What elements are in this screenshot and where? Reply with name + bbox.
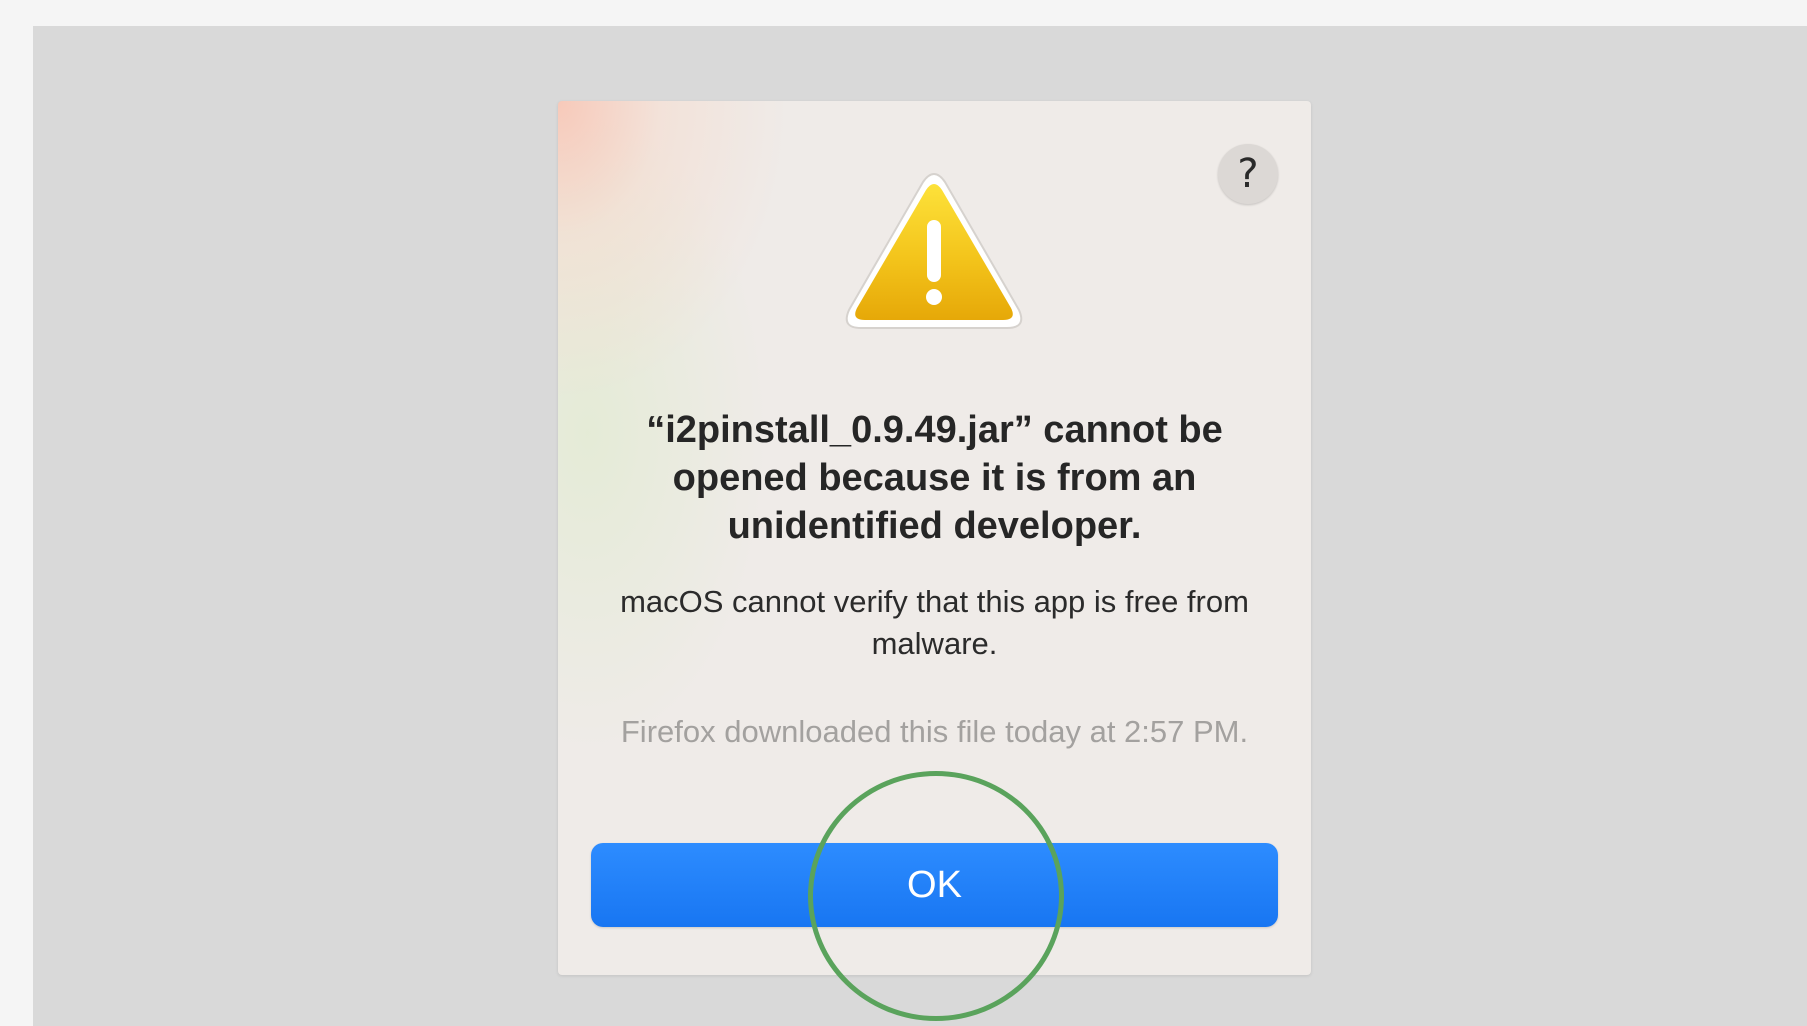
dialog-title: “i2pinstall_0.9.49.jar” cannot be opened… [646, 409, 1223, 547]
ok-button[interactable]: OK [591, 843, 1278, 927]
help-button[interactable]: ? [1218, 144, 1278, 204]
ok-button-label: OK [907, 863, 962, 906]
download-info-text: Firefox downloaded this file today at 2:… [620, 714, 1249, 749]
warning-triangle-icon [845, 173, 1023, 329]
security-alert-dialog: ? “i2pinstall_0.9.49.jar” cannot be open… [558, 101, 1311, 975]
dialog-message: macOS cannot verify that this app is fre… [620, 584, 1249, 661]
help-button-label: ? [1237, 151, 1259, 197]
